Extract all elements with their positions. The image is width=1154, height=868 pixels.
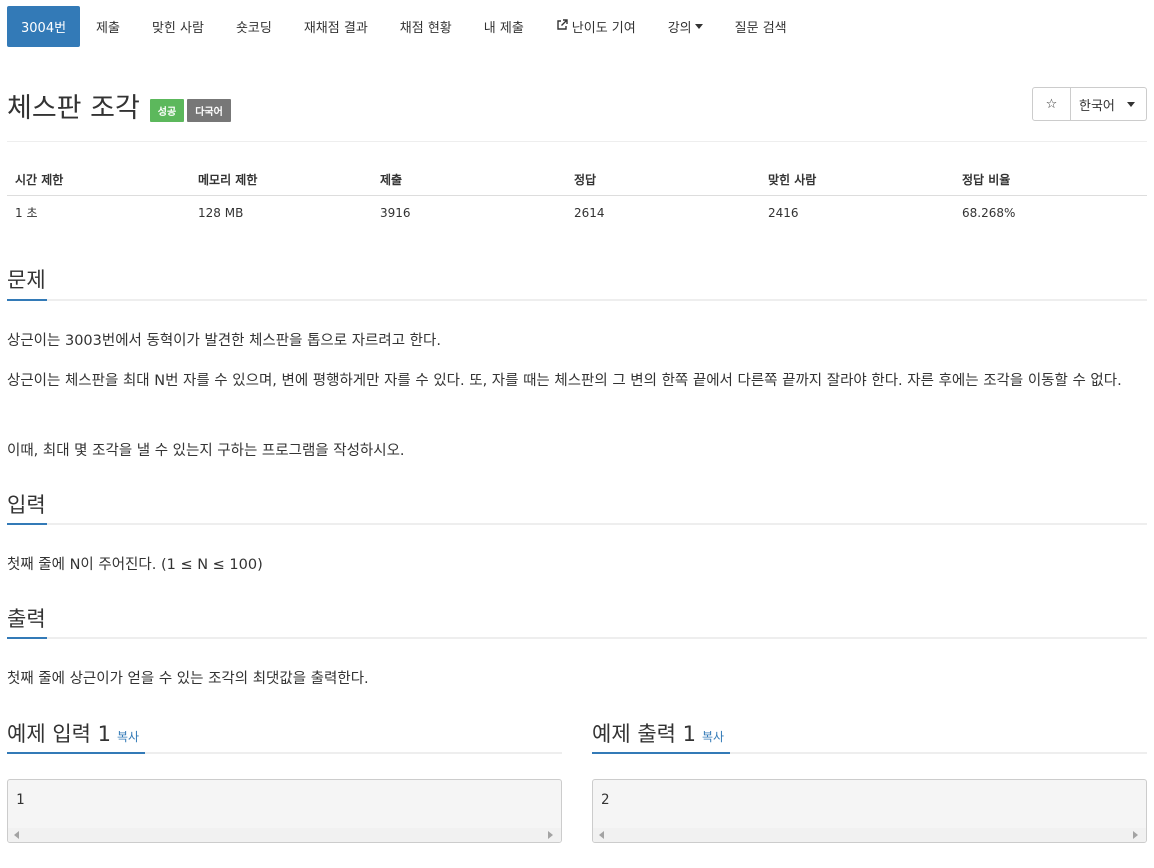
table-cell: 3916 — [380, 205, 411, 220]
example-output-title: 예제 출력 1 — [592, 722, 696, 746]
problem-info-table: 시간 제한 메모리 제한 제출 정답 맞힌 사람 정답 비율 1 초 128 M… — [7, 164, 1147, 229]
input-description: 첫째 줄에 N이 주어진다. (1 ≤ N ≤ 100) — [7, 557, 263, 573]
section-underline — [7, 299, 1147, 301]
output-description: 첫째 줄에 상근이가 얻을 수 있는 조각의 최댓값을 출력한다. — [7, 671, 369, 687]
problem-paragraph: 상근이는 3003번에서 동혁이가 발견한 체스판을 톱으로 자르려고 한다. — [7, 333, 441, 349]
section-underline-accent — [7, 523, 47, 525]
copy-input-link[interactable]: 복사 — [117, 730, 139, 744]
section-heading-problem: 문제 — [7, 268, 46, 292]
nav-tab-solved-users[interactable]: 맞힌 사람 — [136, 6, 220, 47]
nav-tab-label: 제출 — [96, 21, 120, 36]
nav-tab-label: 맞힌 사람 — [151, 21, 204, 36]
language-select[interactable]: 한국어 — [1071, 87, 1147, 121]
nav-tab-label: 질문 검색 — [734, 21, 787, 36]
horizontal-scrollbar[interactable] — [8, 828, 561, 842]
table-header-row: 시간 제한 메모리 제한 제출 정답 맞힌 사람 정답 비율 — [7, 164, 1147, 196]
sample-input-box: 1 — [7, 779, 562, 843]
section-underline-accent — [7, 637, 47, 639]
nav-tab-label: 난이도 기여 — [571, 21, 636, 36]
nav-tab-label: 3004번 — [21, 21, 67, 36]
table-header-cell: 메모리 제한 — [198, 173, 258, 187]
section-underline-accent — [592, 752, 730, 754]
table-cell: 68.268% — [962, 205, 1016, 220]
nav-tab-label: 숏코딩 — [235, 21, 272, 36]
table-cell: 128 MB — [198, 205, 244, 220]
scroll-left-icon[interactable] — [14, 831, 19, 839]
table-header-cell: 정답 비율 — [962, 173, 1011, 187]
section-underline — [7, 752, 562, 754]
example-input-title: 예제 입력 1 — [7, 722, 111, 746]
problem-nav: 3004번 제출 맞힌 사람 숏코딩 재채점 결과 채점 현황 내 제출 난이도… — [7, 6, 803, 47]
nav-tab-status[interactable]: 채점 현황 — [384, 6, 468, 47]
favorite-button[interactable]: ☆ — [1032, 87, 1071, 121]
divider — [7, 141, 1147, 142]
nav-tab-short-coding[interactable]: 숏코딩 — [220, 6, 288, 47]
page-title: 체스판 조각 — [7, 93, 140, 124]
external-link-icon — [556, 18, 568, 35]
section-heading-input: 입력 — [7, 493, 46, 517]
nav-tab-lectures[interactable]: 강의 — [652, 6, 719, 47]
nav-tab-submit[interactable]: 제출 — [80, 6, 136, 47]
nav-tab-label: 재채점 결과 — [303, 21, 368, 36]
section-underline — [7, 637, 1147, 639]
section-underline-accent — [7, 299, 47, 301]
scroll-right-icon[interactable] — [548, 831, 553, 839]
table-cell: 2614 — [574, 205, 605, 220]
nav-tab-label: 내 제출 — [483, 21, 524, 36]
section-underline — [7, 523, 1147, 525]
sample-output-text: 2 — [601, 792, 610, 808]
example-output-heading: 예제 출력 1 복사 — [592, 718, 724, 748]
caret-down-icon — [694, 24, 703, 29]
nav-tab-question-search[interactable]: 질문 검색 — [719, 6, 803, 47]
problem-paragraph: 이때, 최대 몇 조각을 낼 수 있는지 구하는 프로그램을 작성하시오. — [7, 443, 405, 459]
table-cell: 2416 — [768, 205, 799, 220]
horizontal-scrollbar[interactable] — [593, 828, 1146, 842]
table-header-cell: 시간 제한 — [15, 173, 64, 187]
table-row: 1 초 128 MB 3916 2614 2416 68.268% — [7, 196, 1147, 229]
sample-output-box: 2 — [592, 779, 1147, 843]
section-heading-output: 출력 — [7, 607, 46, 631]
table-header-cell: 제출 — [380, 173, 403, 187]
section-underline-accent — [7, 752, 145, 754]
status-badge-multilang: 다국어 — [187, 99, 231, 122]
section-underline — [592, 752, 1147, 754]
example-input-heading: 예제 입력 1 복사 — [7, 718, 139, 748]
problem-paragraph: 상근이는 체스판을 최대 N번 자를 수 있으며, 변에 평행하게만 자를 수 … — [7, 373, 1122, 389]
title-actions: ☆ 한국어 — [1032, 87, 1147, 121]
nav-tab-my-submissions[interactable]: 내 제출 — [468, 6, 540, 47]
nav-tab-rejudge[interactable]: 재채점 결과 — [288, 6, 384, 47]
title-row: 체스판 조각 성공 다국어 — [7, 86, 1147, 126]
language-label: 한국어 — [1079, 98, 1115, 114]
nav-tab-problem[interactable]: 3004번 — [7, 6, 81, 47]
star-icon: ☆ — [1045, 96, 1058, 112]
table-cell: 1 초 — [15, 206, 38, 220]
scroll-right-icon[interactable] — [1133, 831, 1138, 839]
caret-down-icon — [1126, 101, 1135, 107]
copy-output-link[interactable]: 복사 — [702, 730, 724, 744]
scroll-left-icon[interactable] — [599, 831, 604, 839]
nav-tab-label: 강의 — [667, 21, 692, 36]
nav-tab-label: 채점 현황 — [399, 21, 452, 36]
status-badge-success: 성공 — [150, 99, 184, 122]
nav-tab-difficulty[interactable]: 난이도 기여 — [540, 6, 652, 47]
table-header-cell: 맞힌 사람 — [768, 173, 817, 187]
sample-input-text: 1 — [16, 792, 25, 808]
table-header-cell: 정답 — [574, 173, 597, 187]
